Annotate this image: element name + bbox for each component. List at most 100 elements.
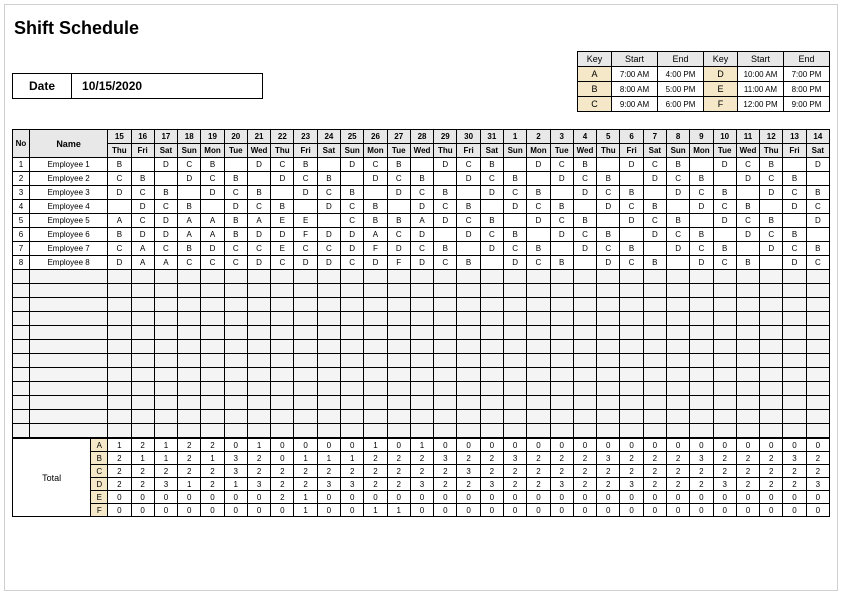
total-cell: 2 [201, 478, 224, 491]
shift-cell: C [201, 172, 224, 186]
total-cell: 2 [690, 478, 713, 491]
total-cell: 0 [410, 491, 433, 504]
day-name: Mon [527, 144, 550, 158]
total-cell: 2 [527, 465, 550, 478]
no-header: No [13, 130, 30, 158]
shift-cell: D [294, 186, 317, 200]
total-cell: 0 [108, 491, 131, 504]
total-cell: 0 [178, 491, 201, 504]
shift-cell: D [806, 214, 829, 228]
shift-cell: C [387, 228, 410, 242]
shift-cell: B [597, 228, 620, 242]
total-cell: 0 [760, 439, 783, 452]
total-cell: 2 [364, 452, 387, 465]
shift-cell: C [317, 186, 340, 200]
day-name: Fri [457, 144, 480, 158]
shift-cell: B [783, 228, 806, 242]
shift-cell: D [666, 242, 689, 256]
shift-cell: C [690, 186, 713, 200]
day-name: Sun [341, 144, 364, 158]
day-number: 11 [736, 130, 759, 144]
shift-cell: B [527, 242, 550, 256]
total-cell: 2 [783, 478, 806, 491]
shift-cell: B [806, 186, 829, 200]
name-header: Name [29, 130, 107, 158]
total-cell: 1 [294, 491, 317, 504]
total-cell: 2 [201, 465, 224, 478]
shift-cell: D [341, 158, 364, 172]
shift-cell: B [480, 158, 503, 172]
shift-cell [806, 172, 829, 186]
day-name: Wed [573, 144, 596, 158]
shift-cell: C [736, 158, 759, 172]
total-cell: 0 [690, 491, 713, 504]
total-cell: 1 [364, 504, 387, 517]
shift-cell [666, 256, 689, 270]
total-cell: 2 [806, 452, 829, 465]
shift-cell: B [550, 200, 573, 214]
shift-cell: B [573, 158, 596, 172]
total-cell: 0 [387, 491, 410, 504]
total-cell: 2 [736, 452, 759, 465]
shift-cell [783, 214, 806, 228]
shift-cell [620, 172, 643, 186]
shift-cell: C [690, 242, 713, 256]
shift-cell [690, 214, 713, 228]
total-cell: 2 [387, 478, 410, 491]
total-cell: 0 [783, 504, 806, 517]
total-cell: 2 [620, 465, 643, 478]
key-time: 4:00 PM [658, 67, 704, 82]
shift-cell: C [247, 242, 270, 256]
total-cell: 2 [690, 465, 713, 478]
page-title: Shift Schedule [14, 18, 830, 39]
shift-cell: D [643, 228, 666, 242]
shift-cell: D [317, 256, 340, 270]
blank-row [13, 270, 830, 284]
total-cell: 0 [760, 504, 783, 517]
total-cell: 2 [247, 452, 270, 465]
total-cell: 3 [457, 465, 480, 478]
shift-cell: D [364, 256, 387, 270]
total-cell: 0 [317, 504, 340, 517]
key-code: B [578, 82, 612, 97]
total-cell: 1 [154, 452, 177, 465]
day-name: Wed [410, 144, 433, 158]
shift-cell [108, 200, 131, 214]
shift-cell: B [364, 214, 387, 228]
total-cell: 2 [550, 452, 573, 465]
total-cell: 0 [620, 439, 643, 452]
shift-cell [806, 228, 829, 242]
shift-cell [480, 256, 503, 270]
blank-row [13, 368, 830, 382]
total-cell: 0 [690, 504, 713, 517]
shift-cell: B [178, 242, 201, 256]
shift-cell [434, 172, 457, 186]
total-cell: 3 [783, 452, 806, 465]
shift-cell: D [480, 242, 503, 256]
blank-row [13, 340, 830, 354]
shift-cell: D [247, 228, 270, 242]
shift-cell [550, 242, 573, 256]
key-code: E [704, 82, 738, 97]
shift-cell: C [341, 200, 364, 214]
total-cell: 0 [504, 504, 527, 517]
shift-cell: E [294, 214, 317, 228]
shift-cell: C [271, 256, 294, 270]
shift-cell: D [690, 200, 713, 214]
total-cell: 1 [131, 452, 154, 465]
total-cell: 2 [271, 478, 294, 491]
day-name: Mon [364, 144, 387, 158]
shift-cell [783, 158, 806, 172]
total-cell: 0 [364, 491, 387, 504]
shift-cell [317, 214, 340, 228]
blank-row [13, 396, 830, 410]
key-time: 11:00 AM [738, 82, 784, 97]
shift-cell [736, 242, 759, 256]
shift-cell: B [783, 172, 806, 186]
shift-cell: D [457, 172, 480, 186]
shift-cell: C [434, 256, 457, 270]
employee-no: 7 [13, 242, 30, 256]
shift-cell: B [224, 214, 247, 228]
blank-row [13, 424, 830, 438]
total-cell: 0 [341, 491, 364, 504]
